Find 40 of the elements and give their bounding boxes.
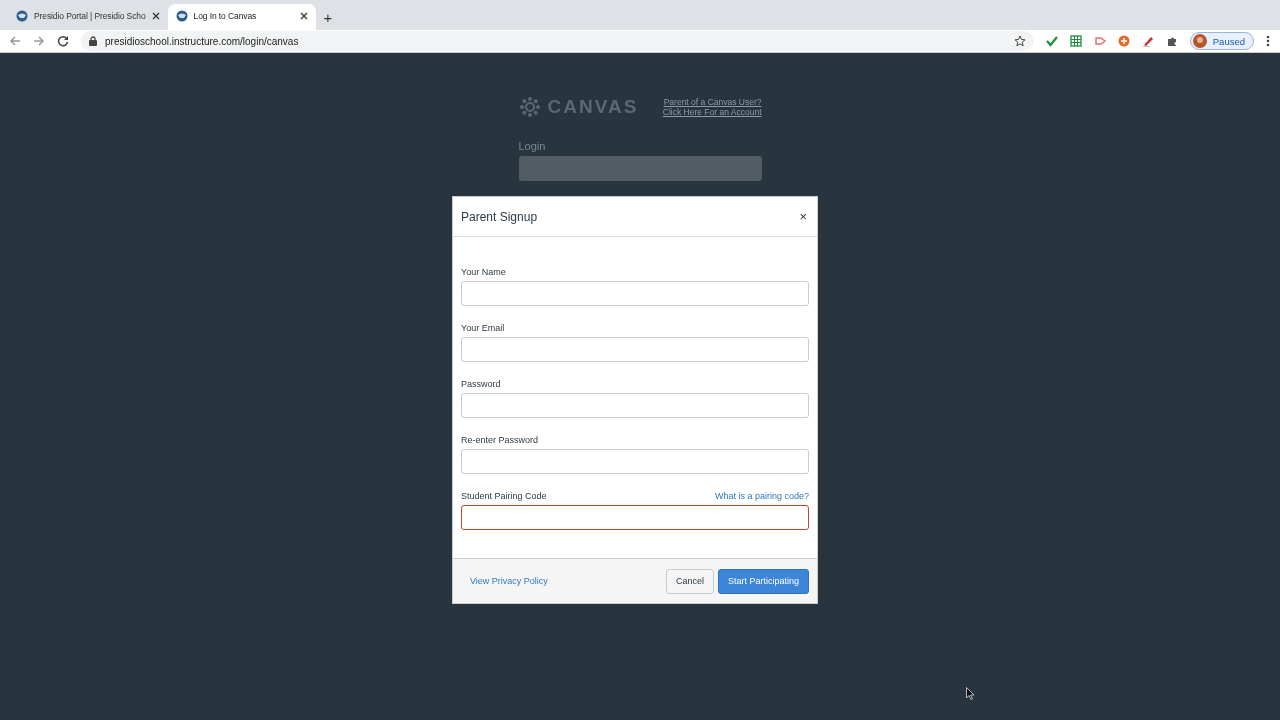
badge-icon[interactable] bbox=[1117, 35, 1130, 47]
new-tab-button[interactable]: + bbox=[319, 9, 337, 26]
close-button[interactable]: × bbox=[797, 209, 809, 224]
privacy-link[interactable]: View Privacy Policy bbox=[470, 576, 548, 586]
login-label: Login bbox=[518, 140, 547, 152]
pen-icon[interactable] bbox=[1141, 35, 1154, 47]
address-bar[interactable]: presidioschool.instructure.com/login/canvas bbox=[81, 31, 1034, 51]
help-link[interactable]: What is a pairing code? bbox=[714, 491, 809, 501]
mouse-pointer-icon bbox=[966, 687, 975, 700]
signup-link[interactable]: Click Here For an Account bbox=[662, 107, 762, 117]
checkmark-icon[interactable] bbox=[1045, 35, 1058, 47]
browser-tab[interactable]: Presidio Portal | Presidio Scho bbox=[8, 4, 168, 30]
grid-icon[interactable] bbox=[1069, 35, 1082, 47]
cancel-button[interactable]: Cancel bbox=[665, 568, 714, 594]
field-label: Your Email bbox=[461, 323, 505, 333]
signup-link[interactable]: Parent of a Canvas User? bbox=[663, 97, 762, 107]
close-icon[interactable] bbox=[299, 12, 308, 20]
globe-icon[interactable] bbox=[175, 10, 188, 22]
profile-button[interactable]: Paused bbox=[1189, 32, 1254, 50]
avatar-icon[interactable] bbox=[1192, 34, 1207, 48]
login-field[interactable] bbox=[518, 156, 762, 181]
star-icon[interactable] bbox=[1013, 35, 1026, 47]
field-label: Your Name bbox=[461, 267, 506, 277]
field-label: Re-enter Password bbox=[461, 435, 539, 445]
lock-icon[interactable] bbox=[89, 36, 97, 46]
dialog-title: Parent Signup bbox=[461, 209, 538, 224]
more-icon[interactable] bbox=[1266, 35, 1270, 47]
back-icon[interactable] bbox=[9, 35, 21, 47]
browser-tab[interactable]: Log In to Canvas bbox=[167, 4, 316, 30]
close-icon[interactable] bbox=[151, 12, 160, 20]
url-text: presidioschool.instructure.com/login/canvas bbox=[105, 35, 300, 47]
forward-icon[interactable] bbox=[33, 35, 45, 47]
canvas-logo-icon bbox=[518, 96, 541, 118]
globe-icon[interactable] bbox=[16, 10, 28, 22]
field-label: Password bbox=[461, 379, 501, 389]
tag-icon[interactable] bbox=[1093, 35, 1106, 47]
input-field[interactable] bbox=[461, 505, 809, 530]
reload-icon[interactable] bbox=[57, 35, 69, 47]
field-label: Student Pairing Code bbox=[461, 491, 547, 501]
submit-button[interactable]: Start Participating bbox=[717, 568, 809, 594]
